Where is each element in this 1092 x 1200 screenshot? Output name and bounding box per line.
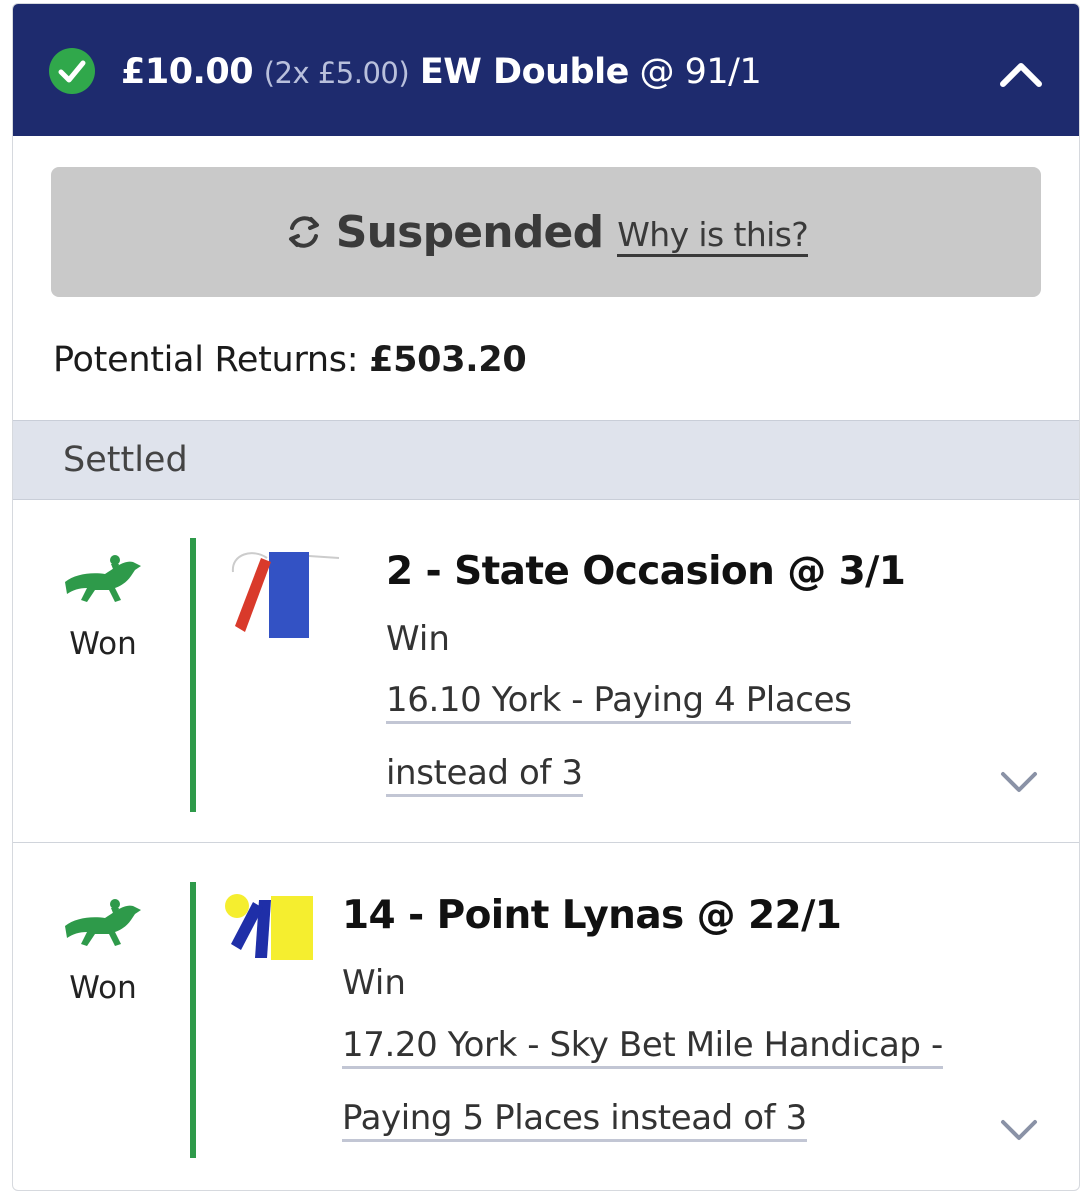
potential-returns: Potential Returns: £503.20 xyxy=(53,338,527,382)
bet-header[interactable]: £10.00 (2x £5.00) EW Double @ 91/1 xyxy=(13,4,1079,136)
result-label: Won xyxy=(69,626,137,662)
jockey-silks-icon xyxy=(231,552,340,638)
returns-label: Potential Returns: xyxy=(53,340,359,380)
bet-odds: @ 91/1 xyxy=(639,52,762,92)
bet-split: (2x £5.00) xyxy=(263,56,410,90)
result-label: Won xyxy=(69,970,137,1006)
chevron-up-icon[interactable] xyxy=(995,56,1047,90)
check-circle-icon xyxy=(49,48,95,94)
event-details-link[interactable]: 16.10 York - Paying 4 Places xyxy=(386,679,852,724)
won-indicator-line xyxy=(190,538,196,812)
selection-title: 14 - Point Lynas @ 22/1 xyxy=(342,893,842,938)
selection-market: Win xyxy=(386,619,450,659)
settled-label: Settled xyxy=(63,440,188,480)
racehorse-icon xyxy=(65,899,141,946)
selection-market: Win xyxy=(342,963,406,1003)
chevron-down-icon[interactable] xyxy=(997,766,1041,796)
racehorse-icon xyxy=(65,555,141,602)
bet-stake: £10.00 xyxy=(121,52,254,92)
selection-row[interactable]: Won 2 - State Occasion @ 3/1 Win 16.10 Y… xyxy=(13,500,1079,843)
event-details-link[interactable]: instead of 3 xyxy=(386,752,583,797)
selection-title: 2 - State Occasion @ 3/1 xyxy=(386,549,906,594)
bet-type: EW Double xyxy=(419,52,630,92)
jockey-silks-icon xyxy=(225,894,313,960)
refresh-icon xyxy=(284,212,324,252)
selection-row[interactable]: Won 14 - Point Lynas @ 22/1 Win 17.20 Yo… xyxy=(13,844,1079,1190)
suspended-banner: Suspended Why is this? xyxy=(51,167,1041,297)
won-indicator-line xyxy=(190,882,196,1158)
event-details-link[interactable]: 17.20 York - Sky Bet Mile Handicap - xyxy=(342,1024,943,1069)
suspended-label: Suspended xyxy=(335,206,604,258)
chevron-down-icon[interactable] xyxy=(997,1114,1041,1144)
settled-section-header: Settled xyxy=(13,420,1079,500)
bet-card: £10.00 (2x £5.00) EW Double @ 91/1 Suspe… xyxy=(12,3,1080,1191)
event-details-link[interactable]: Paying 5 Places instead of 3 xyxy=(342,1097,807,1142)
why-is-this-link[interactable]: Why is this? xyxy=(617,215,809,257)
bet-summary: £10.00 (2x £5.00) EW Double @ 91/1 xyxy=(121,49,762,96)
returns-value: £503.20 xyxy=(369,340,527,380)
